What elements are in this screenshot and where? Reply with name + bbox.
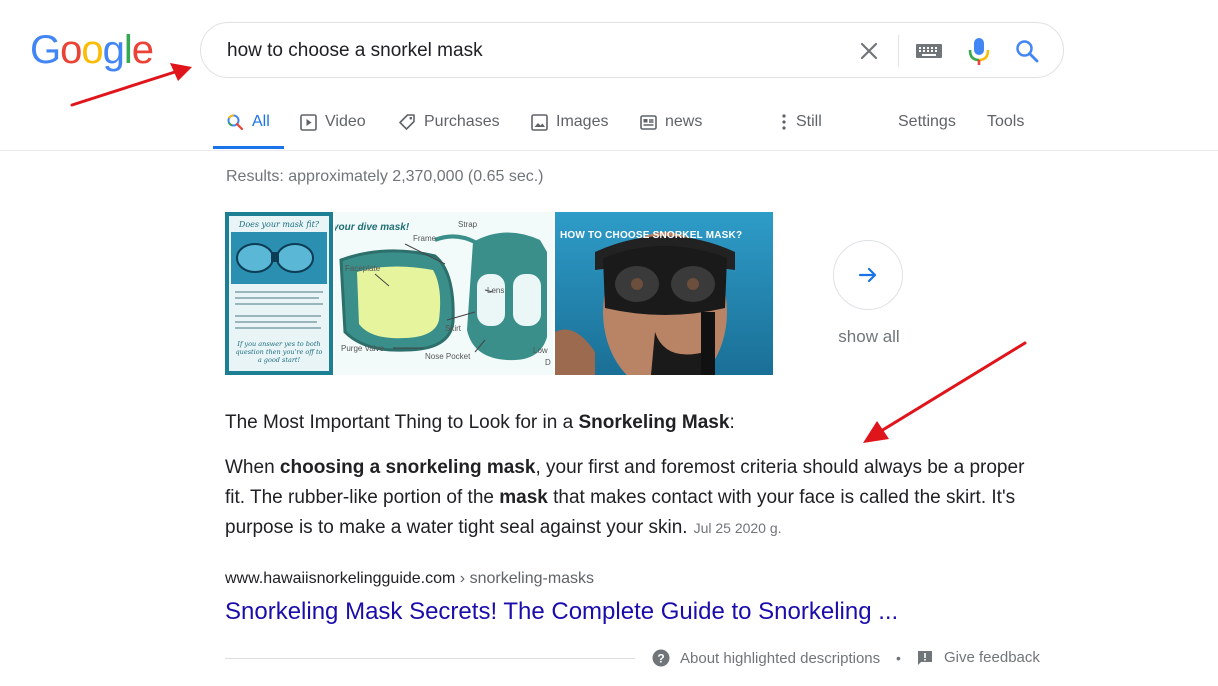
tab-purchases[interactable]: Purchases bbox=[398, 112, 500, 132]
thumbnail-caption: If you answer yes to both question then … bbox=[235, 340, 323, 364]
heading-end: : bbox=[729, 412, 735, 433]
feedback-icon bbox=[918, 650, 932, 665]
give-feedback-link[interactable]: Give feedback bbox=[917, 649, 1040, 666]
thumbnail-title: Does your mask fit? bbox=[238, 220, 320, 229]
tab-label: All bbox=[252, 113, 270, 130]
diagram-label: Lens bbox=[487, 286, 505, 295]
snippet-body: When choosing a snorkeling mask, your fi… bbox=[225, 453, 1045, 543]
image-thumbnail-mask-fit[interactable]: Does your mask fit? If you answer yes to… bbox=[225, 212, 333, 375]
tab-images[interactable]: Images bbox=[531, 112, 608, 132]
active-tab-indicator bbox=[213, 146, 284, 149]
tab-news[interactable]: news bbox=[640, 112, 702, 132]
snippet-heading: The Most Important Thing to Look for in … bbox=[225, 412, 735, 434]
footer-divider bbox=[225, 658, 635, 659]
snippet-text: When bbox=[225, 457, 280, 478]
search-divider bbox=[898, 35, 899, 67]
microphone-icon[interactable] bbox=[967, 35, 991, 67]
tab-label: Purchases bbox=[424, 113, 500, 130]
search-box[interactable]: how to choose a snorkel mask bbox=[200, 22, 1064, 78]
separator-dot: • bbox=[896, 650, 901, 666]
search-icon bbox=[227, 114, 244, 131]
thumbnail-title: your dive mask! bbox=[335, 222, 410, 233]
snippet-date: Jul 25 2020 g. bbox=[693, 520, 782, 536]
play-icon bbox=[300, 113, 317, 131]
image-thumbnail-mask-diagram[interactable]: your dive mask! Strap Frame Faceplate Le… bbox=[335, 212, 553, 375]
tools-link[interactable]: Tools bbox=[987, 112, 1024, 132]
result-breadcrumb: › snorkeling-masks bbox=[455, 570, 595, 587]
settings-label: Settings bbox=[898, 113, 956, 130]
diagram-label: Nose Pocket bbox=[425, 352, 471, 361]
clear-icon[interactable] bbox=[855, 37, 883, 65]
about-highlighted-link[interactable]: ? About highlighted descriptions bbox=[652, 649, 880, 667]
settings-link[interactable]: Settings bbox=[898, 112, 956, 132]
diagram-label: Skirt bbox=[445, 324, 461, 333]
diagram-label: Frame bbox=[413, 234, 437, 243]
search-icon[interactable] bbox=[1013, 37, 1041, 65]
result-url[interactable]: www.hawaiisnorkelingguide.com › snorkeli… bbox=[225, 570, 594, 588]
image-icon bbox=[531, 113, 548, 131]
tab-label: Still bbox=[796, 113, 822, 130]
tag-icon bbox=[399, 114, 415, 130]
diagram-label: Faceplate bbox=[345, 264, 381, 273]
tab-video[interactable]: Video bbox=[300, 112, 366, 132]
heading-text: The Most Important Thing to Look for in … bbox=[225, 412, 579, 433]
snippet-bold: choosing a snorkeling mask bbox=[279, 457, 536, 478]
svg-text:?: ? bbox=[657, 652, 664, 666]
annotation-arrow-icon bbox=[863, 341, 1027, 443]
diagram-label: Low bbox=[533, 346, 548, 355]
feedback-label: Give feedback bbox=[944, 649, 1040, 666]
image-thumbnail-snorkel-mask[interactable]: HOW TO CHOOSE SNORKEL MASK? bbox=[555, 212, 773, 375]
thumbnail-title: HOW TO CHOOSE SNORKEL MASK? bbox=[560, 230, 743, 241]
show-all-button[interactable] bbox=[833, 240, 903, 310]
tab-label: Video bbox=[325, 113, 366, 130]
diagram-label: D bbox=[545, 358, 551, 367]
tabs-divider bbox=[0, 150, 1218, 151]
arrow-right-icon bbox=[858, 267, 877, 283]
tab-label: news bbox=[665, 113, 703, 130]
snippet-bold: mask bbox=[499, 487, 548, 508]
diagram-label: Strap bbox=[458, 220, 478, 229]
heading-bold: Snorkeling Mask bbox=[578, 412, 730, 433]
result-domain: www.hawaiisnorkelingguide.com bbox=[225, 570, 456, 587]
news-icon bbox=[640, 114, 657, 130]
result-title-link[interactable]: Snorkeling Mask Secrets! The Complete Gu… bbox=[225, 598, 898, 626]
tab-all[interactable]: All bbox=[226, 112, 270, 132]
search-input[interactable]: how to choose a snorkel mask bbox=[227, 40, 483, 62]
about-label: About highlighted descriptions bbox=[680, 649, 881, 667]
more-vert-icon bbox=[782, 114, 786, 130]
logo-letter: G bbox=[30, 28, 61, 72]
tab-more[interactable]: Still bbox=[781, 112, 822, 132]
help-icon: ? bbox=[652, 649, 670, 667]
result-stats: Results: approximately 2,370,000 (0.65 s… bbox=[226, 168, 544, 185]
keyboard-icon[interactable] bbox=[914, 39, 944, 63]
annotation-arrow-icon bbox=[70, 63, 192, 107]
tools-label: Tools bbox=[987, 113, 1025, 130]
diagram-label: Purge Valve bbox=[341, 344, 384, 353]
tab-label: Images bbox=[556, 113, 609, 130]
